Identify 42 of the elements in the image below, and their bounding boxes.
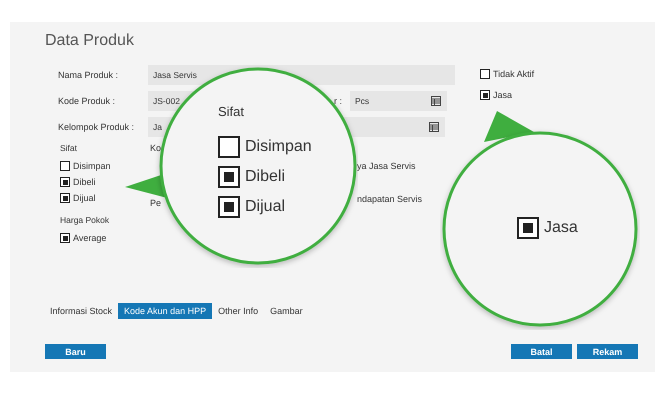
checkbox-label: Disimpan xyxy=(245,138,312,156)
checkbox[interactable] xyxy=(218,136,240,158)
checkbox-label: Dibeli xyxy=(73,177,96,187)
field-label: Ko xyxy=(150,142,162,154)
input-field[interactable]: Pcs xyxy=(350,91,447,111)
field-label: r : xyxy=(334,96,342,106)
group-label: Sifat xyxy=(60,142,78,154)
checkbox[interactable] xyxy=(218,196,240,218)
tab[interactable]: Informasi Stock xyxy=(44,303,118,319)
field-label: Kode Produk : xyxy=(58,96,116,106)
checkbox-label: Jasa xyxy=(544,219,578,237)
group-label: Harga Pokok xyxy=(60,214,110,226)
action-button[interactable]: Rekam xyxy=(577,344,638,359)
account-name: ndapatan Servis xyxy=(357,193,422,205)
checkbox[interactable] xyxy=(60,193,70,203)
checkbox-label: Dijual xyxy=(73,193,96,203)
field-label: Pe xyxy=(150,197,162,209)
checkbox[interactable] xyxy=(480,90,490,100)
checkbox[interactable] xyxy=(218,166,240,188)
checkbox-label: Dijual xyxy=(245,198,286,216)
form-title: Data Produk xyxy=(44,31,135,51)
tab[interactable]: Gambar xyxy=(264,303,309,319)
checkbox-label: Jasa xyxy=(493,90,512,100)
checkbox[interactable] xyxy=(480,69,490,79)
field-label: Kelompok Produk : xyxy=(58,122,136,132)
account-name: ya Jasa Servis xyxy=(357,160,417,172)
field-label: Nama Produk : xyxy=(58,70,120,80)
action-button[interactable]: Baru xyxy=(45,344,106,359)
tab[interactable]: Other Info xyxy=(212,303,264,319)
checkbox-label: Tidak Aktif xyxy=(493,69,534,79)
tab[interactable]: Kode Akun dan HPP xyxy=(118,303,212,319)
action-button[interactable]: Batal xyxy=(511,344,572,359)
checkbox-label: Dibeli xyxy=(245,168,286,186)
checkbox[interactable] xyxy=(517,217,539,239)
checkbox-label: Disimpan xyxy=(73,161,111,171)
grid-icon[interactable] xyxy=(429,122,439,132)
grid-icon[interactable] xyxy=(431,96,441,106)
checkbox[interactable] xyxy=(60,177,70,187)
checkbox-label: Average xyxy=(73,233,106,243)
checkbox[interactable] xyxy=(60,233,70,243)
checkbox[interactable] xyxy=(60,161,70,171)
group-label: Sifat xyxy=(218,104,246,119)
